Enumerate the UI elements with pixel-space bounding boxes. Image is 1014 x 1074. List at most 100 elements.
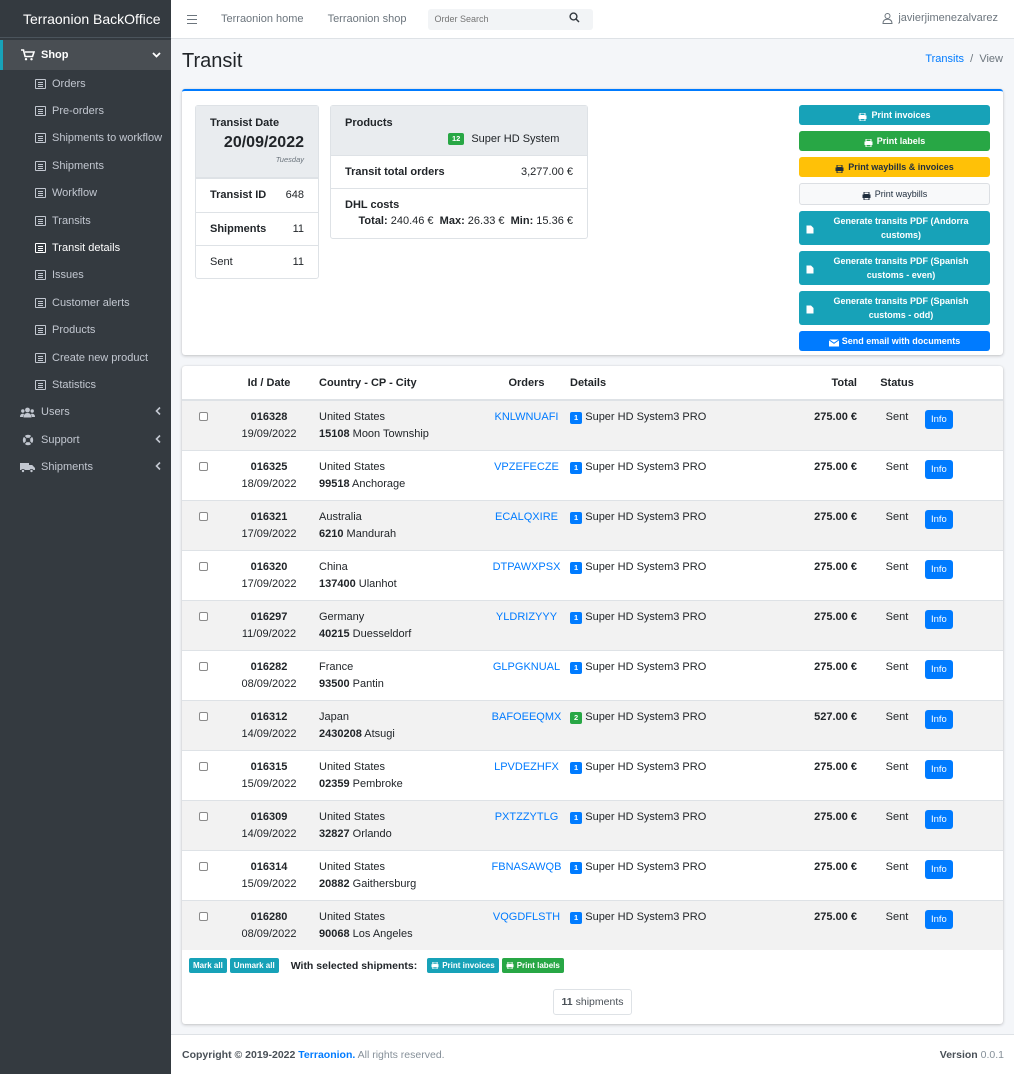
row-checkbox[interactable] xyxy=(199,761,208,771)
info-button[interactable]: Info xyxy=(925,809,953,829)
row-checkbox[interactable] xyxy=(199,811,208,821)
sidebar-item-label: Users xyxy=(41,406,70,419)
dhl-total-value: 240.46 € xyxy=(390,215,434,227)
sidebar-item-workflow[interactable]: Workflow xyxy=(0,180,171,207)
order-link[interactable]: GLPGKNUAL xyxy=(493,661,560,673)
row-checkbox[interactable] xyxy=(199,911,208,921)
order-link[interactable]: VQGDFLSTH xyxy=(493,911,560,923)
send-email-button[interactable]: Send email with documents xyxy=(799,331,990,351)
sidebar-item-shop[interactable]: Shop xyxy=(0,40,171,70)
sidebar-item-shipments[interactable]: Shipments xyxy=(0,152,171,179)
breadcrumb-link-transits[interactable]: Transits xyxy=(925,53,964,65)
order-link[interactable]: KNLWNUAFI xyxy=(495,411,559,423)
col-status: Status xyxy=(869,366,925,401)
row-checkbox[interactable] xyxy=(199,461,208,471)
search-icon[interactable] xyxy=(569,12,580,26)
country: Australia xyxy=(319,510,362,523)
total-cell: 275.00 € xyxy=(753,899,869,950)
order-link[interactable]: PXTZZYTLG xyxy=(495,811,559,823)
city: Moon Township xyxy=(352,428,429,440)
country-cell: United States 15108 Moon Township xyxy=(319,399,483,450)
country: United States xyxy=(319,460,386,473)
sidebar-item-support[interactable]: Support xyxy=(0,426,171,453)
shipment-id: 016280 xyxy=(250,910,288,923)
order-link[interactable]: FBNASAWQB xyxy=(492,861,562,873)
order-link[interactable]: YLDRIZYYY xyxy=(496,611,557,623)
shipment-date: 08/09/2022 xyxy=(241,677,297,690)
id-date-cell: 016325 18/09/2022 xyxy=(219,449,319,500)
row-checkbox[interactable] xyxy=(199,661,208,671)
search-input[interactable] xyxy=(434,14,570,24)
country: United States xyxy=(319,910,386,923)
row-checkbox[interactable] xyxy=(199,711,208,721)
nav-link-shop[interactable]: Terraonion shop xyxy=(328,13,407,25)
order-link[interactable]: VPZEFECZE xyxy=(494,461,559,473)
nav-link-home[interactable]: Terraonion home xyxy=(221,13,304,25)
sidebar-item-products[interactable]: Products xyxy=(0,317,171,344)
select-cell xyxy=(182,499,219,550)
transit-date: 20/09/2022 xyxy=(223,134,304,151)
list-icon xyxy=(35,325,46,336)
id-date-cell: 016280 08/09/2022 xyxy=(219,899,319,950)
row-checkbox[interactable] xyxy=(199,412,208,421)
bulk-print-invoices-button[interactable]: Print invoices xyxy=(427,958,499,973)
generate-pdf-andorra-button[interactable]: Generate transits PDF (Andorra customs) xyxy=(799,211,990,245)
col-select xyxy=(182,366,219,401)
status-cell: Sent xyxy=(869,849,925,900)
sidebar-item-shipments-to-workflow[interactable]: Shipments to workflow xyxy=(0,125,171,152)
mark-all-button[interactable]: Mark all xyxy=(189,958,227,973)
sidebar-item-pre-orders[interactable]: Pre-orders xyxy=(0,97,171,124)
action-cell: Info xyxy=(925,849,1003,900)
info-button[interactable]: Info xyxy=(925,609,953,629)
generate-pdf-spanish-even-button[interactable]: Generate transits PDF (Spanish customs -… xyxy=(799,251,990,285)
order-link[interactable]: DTPAWXPSX xyxy=(493,561,561,573)
city: Pembroke xyxy=(352,777,403,790)
sidebar-item-orders[interactable]: Orders xyxy=(0,70,171,97)
info-button[interactable]: Info xyxy=(925,709,953,729)
row-checkbox[interactable] xyxy=(199,511,208,521)
status-cell: Sent xyxy=(869,499,925,550)
info-button[interactable]: Info xyxy=(925,410,953,429)
info-button[interactable]: Info xyxy=(925,509,953,529)
row-checkbox[interactable] xyxy=(199,611,208,621)
info-button[interactable]: Info xyxy=(925,659,953,679)
info-button[interactable]: Info xyxy=(925,459,953,479)
unmark-all-button[interactable]: Unmark all xyxy=(229,958,279,973)
info-button[interactable]: Info xyxy=(925,859,953,879)
col-id-date: Id / Date xyxy=(219,366,319,401)
product-name: Super HD System3 PRO xyxy=(585,560,707,573)
sidebar-item-transits[interactable]: Transits xyxy=(0,207,171,234)
print-waybills-button[interactable]: Print waybills xyxy=(799,183,990,205)
user-menu[interactable]: javierjimenezalvarez xyxy=(882,12,998,24)
sent-value: 11 xyxy=(292,256,304,269)
sidebar-item-customer-alerts[interactable]: Customer alerts xyxy=(0,289,171,316)
bulk-print-labels-button[interactable]: Print labels xyxy=(501,958,564,973)
order-link[interactable]: ECALQXIRE xyxy=(495,511,558,523)
order-search[interactable] xyxy=(428,8,594,30)
company-link[interactable]: Terraonion. xyxy=(298,1049,355,1061)
print-waybills-invoices-button[interactable]: Print waybills & invoices xyxy=(799,157,990,177)
product-name: Super HD System3 PRO xyxy=(585,610,707,623)
brand-logo-text[interactable]: Terraonion BackOffice xyxy=(0,0,171,38)
order-link[interactable]: LPVDEZHFX xyxy=(494,761,559,773)
generate-pdf-spanish-odd-button[interactable]: Generate transits PDF (Spanish customs -… xyxy=(799,291,990,325)
print-invoices-button[interactable]: Print invoices xyxy=(799,105,990,125)
row-checkbox[interactable] xyxy=(199,861,208,871)
printer-icon xyxy=(431,962,439,969)
sidebar-item-statistics[interactable]: Statistics xyxy=(0,371,171,398)
product-name: Super HD System xyxy=(471,133,560,145)
print-labels-button[interactable]: Print labels xyxy=(799,131,990,151)
sidebar-item-transit-details[interactable]: Transit details xyxy=(0,234,171,261)
total-cell: 275.00 € xyxy=(753,599,869,650)
info-button[interactable]: Info xyxy=(925,759,953,779)
sidebar-item-create-new-product[interactable]: Create new product xyxy=(0,344,171,371)
sidebar-item-shipments[interactable]: Shipments xyxy=(0,453,171,480)
info-button[interactable]: Info xyxy=(925,559,953,579)
sidebar-item-issues[interactable]: Issues xyxy=(0,262,171,289)
order-link[interactable]: BAFOEEQMX xyxy=(492,711,562,723)
sidebar-item-users[interactable]: Users xyxy=(0,399,171,426)
shipments-value: 11 xyxy=(292,222,304,235)
info-button[interactable]: Info xyxy=(925,909,953,929)
menu-icon[interactable] xyxy=(187,14,197,24)
row-checkbox[interactable] xyxy=(199,561,208,571)
